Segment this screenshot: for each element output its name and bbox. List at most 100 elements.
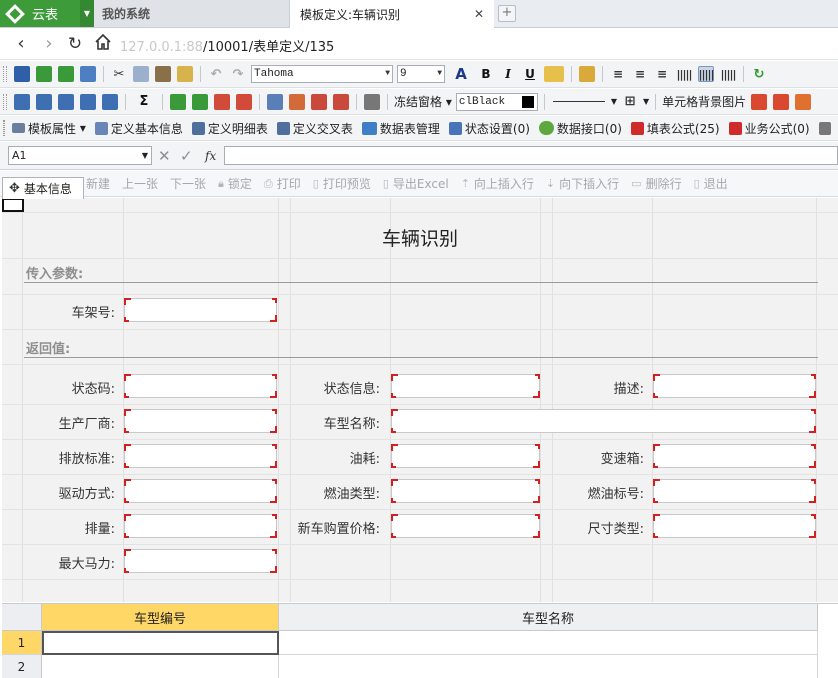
- column-header-model-name[interactable]: 车型名称: [279, 604, 818, 631]
- data-api-button[interactable]: 数据接口(0): [536, 120, 622, 137]
- font-color-icon[interactable]: A: [450, 65, 472, 83]
- action-insert-above[interactable]: ⇡ 向上插入行: [461, 175, 534, 192]
- new-tab-button[interactable]: +: [498, 5, 516, 22]
- action-next[interactable]: 下一张: [170, 175, 206, 192]
- row-number[interactable]: 2: [2, 655, 42, 678]
- tab-basic-info[interactable]: ✥ 基本信息: [2, 177, 84, 199]
- url-field[interactable]: 127.0.0.1:88/10001/表单定义/135: [120, 36, 334, 55]
- undo-icon[interactable]: ↶: [208, 66, 224, 82]
- cell-bg-image-button[interactable]: 单元格背景图片: [662, 93, 746, 110]
- back-arrow-icon[interactable]: ‹: [10, 33, 32, 55]
- tab-my-system[interactable]: 我的系统: [94, 0, 290, 27]
- paste-icon[interactable]: [155, 66, 171, 82]
- cut-icon[interactable]: ✂: [111, 66, 127, 82]
- line-style-icon[interactable]: [552, 101, 605, 102]
- toolbar-grip[interactable]: [3, 66, 7, 82]
- tab-template-definition[interactable]: 模板定义:车辆识别 ✕: [290, 0, 494, 28]
- merge-icon[interactable]: [267, 93, 283, 110]
- fuel-grade-field[interactable]: [653, 479, 816, 503]
- formula-input[interactable]: [224, 146, 838, 165]
- action-delete-row[interactable]: ▭ 删除行: [631, 175, 681, 192]
- fill-color-icon[interactable]: [544, 66, 564, 82]
- biz-formula-button[interactable]: 业务公式(0): [726, 120, 810, 137]
- action-insert-below[interactable]: ⇣ 向下插入行: [546, 175, 619, 192]
- confirm-formula-icon[interactable]: ✓: [180, 147, 193, 165]
- split-icon[interactable]: [289, 93, 305, 110]
- border-red-2-icon[interactable]: [333, 93, 349, 110]
- column-header-model-code[interactable]: 车型编号: [42, 604, 279, 631]
- manufacturer-field[interactable]: [124, 409, 277, 433]
- fx-icon[interactable]: fx: [205, 149, 216, 163]
- action-print[interactable]: ⎙ 打印: [264, 175, 301, 192]
- app-dropdown-arrow-icon[interactable]: ▼: [80, 0, 94, 27]
- grid-green-icon[interactable]: [36, 66, 52, 82]
- image-fit-icon[interactable]: [795, 93, 812, 110]
- grid-cell[interactable]: [42, 655, 279, 678]
- insert-col-icon[interactable]: [192, 93, 208, 110]
- action-prev[interactable]: 上一张: [122, 175, 158, 192]
- selected-cell-a1[interactable]: [2, 198, 24, 212]
- define-detail-table-button[interactable]: 定义明细表: [189, 120, 268, 137]
- grid-cell-selected[interactable]: [42, 631, 279, 655]
- line-style-dropdown-icon[interactable]: ▼: [611, 97, 617, 106]
- image-insert-icon[interactable]: [751, 93, 768, 110]
- freeze-panes-button[interactable]: 冻结窗格 ▾: [394, 93, 452, 110]
- sum-icon[interactable]: Σ: [133, 94, 155, 110]
- gearbox-field[interactable]: [653, 444, 816, 468]
- home-icon[interactable]: [92, 33, 114, 55]
- align-center-icon[interactable]: ≡: [632, 66, 648, 82]
- font-name-select[interactable]: Tahoma ▼: [251, 65, 393, 83]
- border-dropdown-icon[interactable]: ▼: [643, 97, 649, 106]
- border-icon[interactable]: ⊞: [622, 94, 638, 110]
- table-5-icon[interactable]: [102, 93, 118, 110]
- action-export-excel[interactable]: ▯ 导出Excel: [383, 175, 449, 192]
- cell-reference-box[interactable]: A1 ▼: [8, 146, 152, 165]
- insert-row-icon[interactable]: [170, 93, 186, 110]
- action-new[interactable]: 新建: [86, 175, 110, 192]
- displacement-field[interactable]: [124, 514, 277, 538]
- action-lock[interactable]: 🔒︎ 锁定: [218, 175, 252, 192]
- toolbar-grip[interactable]: [3, 93, 7, 110]
- barcode-icon[interactable]: |||||: [676, 66, 692, 82]
- define-basic-info-button[interactable]: 定义基本信息: [92, 120, 183, 137]
- image-delete-icon[interactable]: [773, 93, 790, 110]
- percent-icon[interactable]: [364, 93, 380, 110]
- export-icon[interactable]: [80, 66, 96, 82]
- delete-row-icon[interactable]: [214, 93, 230, 110]
- toolbar-grip[interactable]: [3, 120, 5, 136]
- grid-green-2-icon[interactable]: [58, 66, 74, 82]
- vin-field[interactable]: [124, 298, 277, 322]
- save-icon[interactable]: [14, 66, 30, 82]
- template-props-menu[interactable]: 模板属性 ▾: [9, 120, 86, 137]
- table-4-icon[interactable]: [80, 93, 96, 110]
- reload-icon[interactable]: ↻: [64, 33, 86, 55]
- action-exit[interactable]: ▯ 退出: [694, 175, 728, 192]
- grid-cell[interactable]: [279, 631, 818, 655]
- copy-icon[interactable]: [133, 66, 149, 82]
- grid-cell[interactable]: [279, 655, 818, 678]
- table-2-icon[interactable]: [36, 93, 52, 110]
- align-right-icon[interactable]: ≡: [654, 66, 670, 82]
- cancel-formula-icon[interactable]: ✕: [158, 147, 171, 165]
- data-table-manage-button[interactable]: 数据表管理: [359, 120, 440, 137]
- emission-field[interactable]: [124, 444, 277, 468]
- redo-icon[interactable]: ↷: [230, 66, 246, 82]
- font-size-select[interactable]: 9 ▼: [397, 65, 445, 83]
- status-info-field[interactable]: [391, 374, 540, 398]
- align-left-icon[interactable]: ≡: [610, 66, 626, 82]
- action-print-preview[interactable]: ▯ 打印预览: [313, 175, 371, 192]
- row-number[interactable]: 1: [2, 631, 42, 655]
- barcode-3-icon[interactable]: |||||: [720, 66, 736, 82]
- barcode-2-icon[interactable]: |||||: [698, 66, 715, 82]
- table-3-icon[interactable]: [58, 93, 74, 110]
- close-icon[interactable]: ✕: [474, 7, 484, 21]
- fill-formula-button[interactable]: 填表公式(25): [628, 120, 720, 137]
- underline-icon[interactable]: U: [522, 66, 538, 82]
- more-button[interactable]: [816, 121, 834, 135]
- forward-arrow-icon[interactable]: ›: [38, 33, 60, 55]
- refresh-icon[interactable]: ↻: [751, 66, 767, 82]
- delete-col-icon[interactable]: [236, 93, 252, 110]
- define-cross-table-button[interactable]: 定义交叉表: [274, 120, 353, 137]
- model-name-field[interactable]: [391, 409, 816, 433]
- color-select[interactable]: clBlack: [455, 92, 538, 111]
